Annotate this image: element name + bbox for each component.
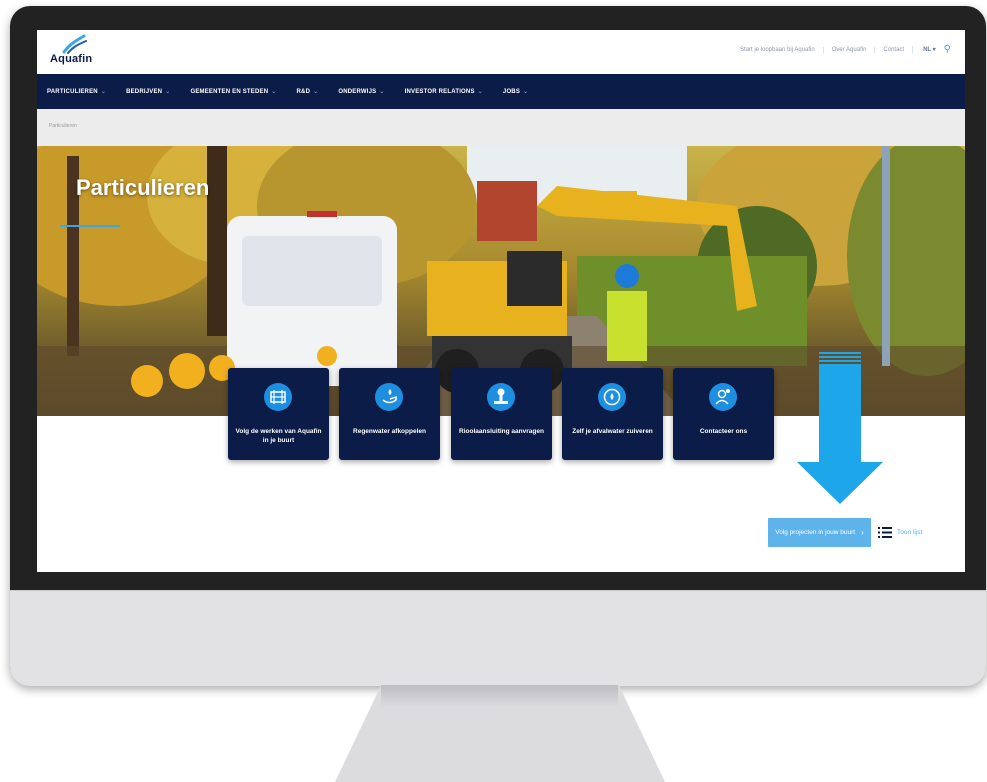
chevron-down-icon: ⌄ xyxy=(100,89,107,95)
chevron-down-icon: ⌄ xyxy=(313,89,319,95)
breadcrumb: Particulieren xyxy=(37,109,965,146)
tile-label: Rioolaansluiting aanvragen xyxy=(459,428,544,435)
browser-screen: Aquafin Start je loopbaan bij Aquafin Ov… xyxy=(37,30,965,572)
chevron-down-icon: ⌄ xyxy=(523,89,529,95)
language-selector[interactable]: NL ▾ xyxy=(912,46,940,53)
title-underline xyxy=(60,225,120,227)
chevron-right-icon: › xyxy=(861,528,864,537)
page-title: Particulieren xyxy=(76,175,210,200)
main-navigation: PARTICULIEREN ⌄ BEDRIJVEN ⌄ GEMEENTEN EN S… xyxy=(37,74,965,109)
top-links: Start je loopbaan bij Aquafin Over Aquaf… xyxy=(732,44,951,55)
contact-link[interactable]: Contact xyxy=(874,46,912,53)
tile-contacteer[interactable]: Contacteer ons xyxy=(673,368,774,460)
tile-afvalwater[interactable]: Zelf je afvalwater zuiveren xyxy=(562,368,663,460)
chevron-down-icon: ⌄ xyxy=(379,89,385,95)
aquafin-wave-icon xyxy=(62,34,87,54)
top-bar: Aquafin Start je loopbaan bij Aquafin Ov… xyxy=(37,30,965,74)
chevron-down-icon: ⌄ xyxy=(271,89,277,95)
monitor-stand-shadow xyxy=(381,685,618,707)
monitor-chin xyxy=(10,590,986,686)
chevron-down-icon: ▾ xyxy=(932,47,936,53)
water-cycle-icon xyxy=(598,383,626,411)
tile-label: Volg de werken van Aquafin in je buurt xyxy=(235,428,322,444)
nav-item-rnd[interactable]: R&D ⌄ xyxy=(297,88,319,95)
tile-label: Regenwater afkoppelen xyxy=(353,428,426,435)
chevron-down-icon: ⌄ xyxy=(477,89,483,95)
tile-label: Contacteer ons xyxy=(699,428,748,435)
career-link[interactable]: Start je loopbaan bij Aquafin xyxy=(732,47,823,53)
tile-regenwater[interactable]: Regenwater afkoppelen xyxy=(339,368,440,460)
road-works-icon xyxy=(264,383,292,411)
sewer-connection-icon xyxy=(487,383,515,411)
tile-rioolaansluiting[interactable]: Rioolaansluiting aanvragen xyxy=(451,368,552,460)
cta-label: Volg projecten in jouw buurt xyxy=(775,529,856,536)
breadcrumb-current[interactable]: Particulieren xyxy=(49,123,77,129)
show-list-link[interactable]: Toon lijst xyxy=(897,529,922,536)
nav-item-jobs[interactable]: JOBS ⌄ xyxy=(503,88,528,95)
contact-person-icon xyxy=(709,383,737,411)
nav-item-investor-relations[interactable]: INVESTOR RELATIONS ⌄ xyxy=(405,88,483,95)
tile-volg-werken[interactable]: Volg de werken van Aquafin in je buurt xyxy=(228,368,329,460)
tile-label: Zelf je afvalwater zuiveren xyxy=(572,428,653,435)
chevron-down-icon: ⌄ xyxy=(165,89,171,95)
rain-hand-icon xyxy=(375,383,403,411)
arrow-down-icon xyxy=(797,352,883,504)
follow-projects-button[interactable]: Volg projecten in jouw buurt › xyxy=(768,518,871,547)
logo-text: Aquafin xyxy=(50,53,93,65)
nav-item-bedrijven[interactable]: BEDRIJVEN ⌄ xyxy=(126,88,170,95)
language-label: NL xyxy=(923,47,931,53)
search-icon[interactable]: ⚲ xyxy=(940,44,951,55)
aquafin-logo[interactable]: Aquafin xyxy=(50,34,110,70)
nav-item-gemeenten[interactable]: GEMEENTEN EN STEDEN ⌄ xyxy=(190,88,276,95)
about-link[interactable]: Over Aquafin xyxy=(822,46,875,53)
list-icon[interactable] xyxy=(878,527,892,538)
nav-item-particulieren[interactable]: PARTICULIEREN ⌄ xyxy=(47,88,106,95)
nav-item-onderwijs[interactable]: ONDERWIJS ⌄ xyxy=(338,88,384,95)
